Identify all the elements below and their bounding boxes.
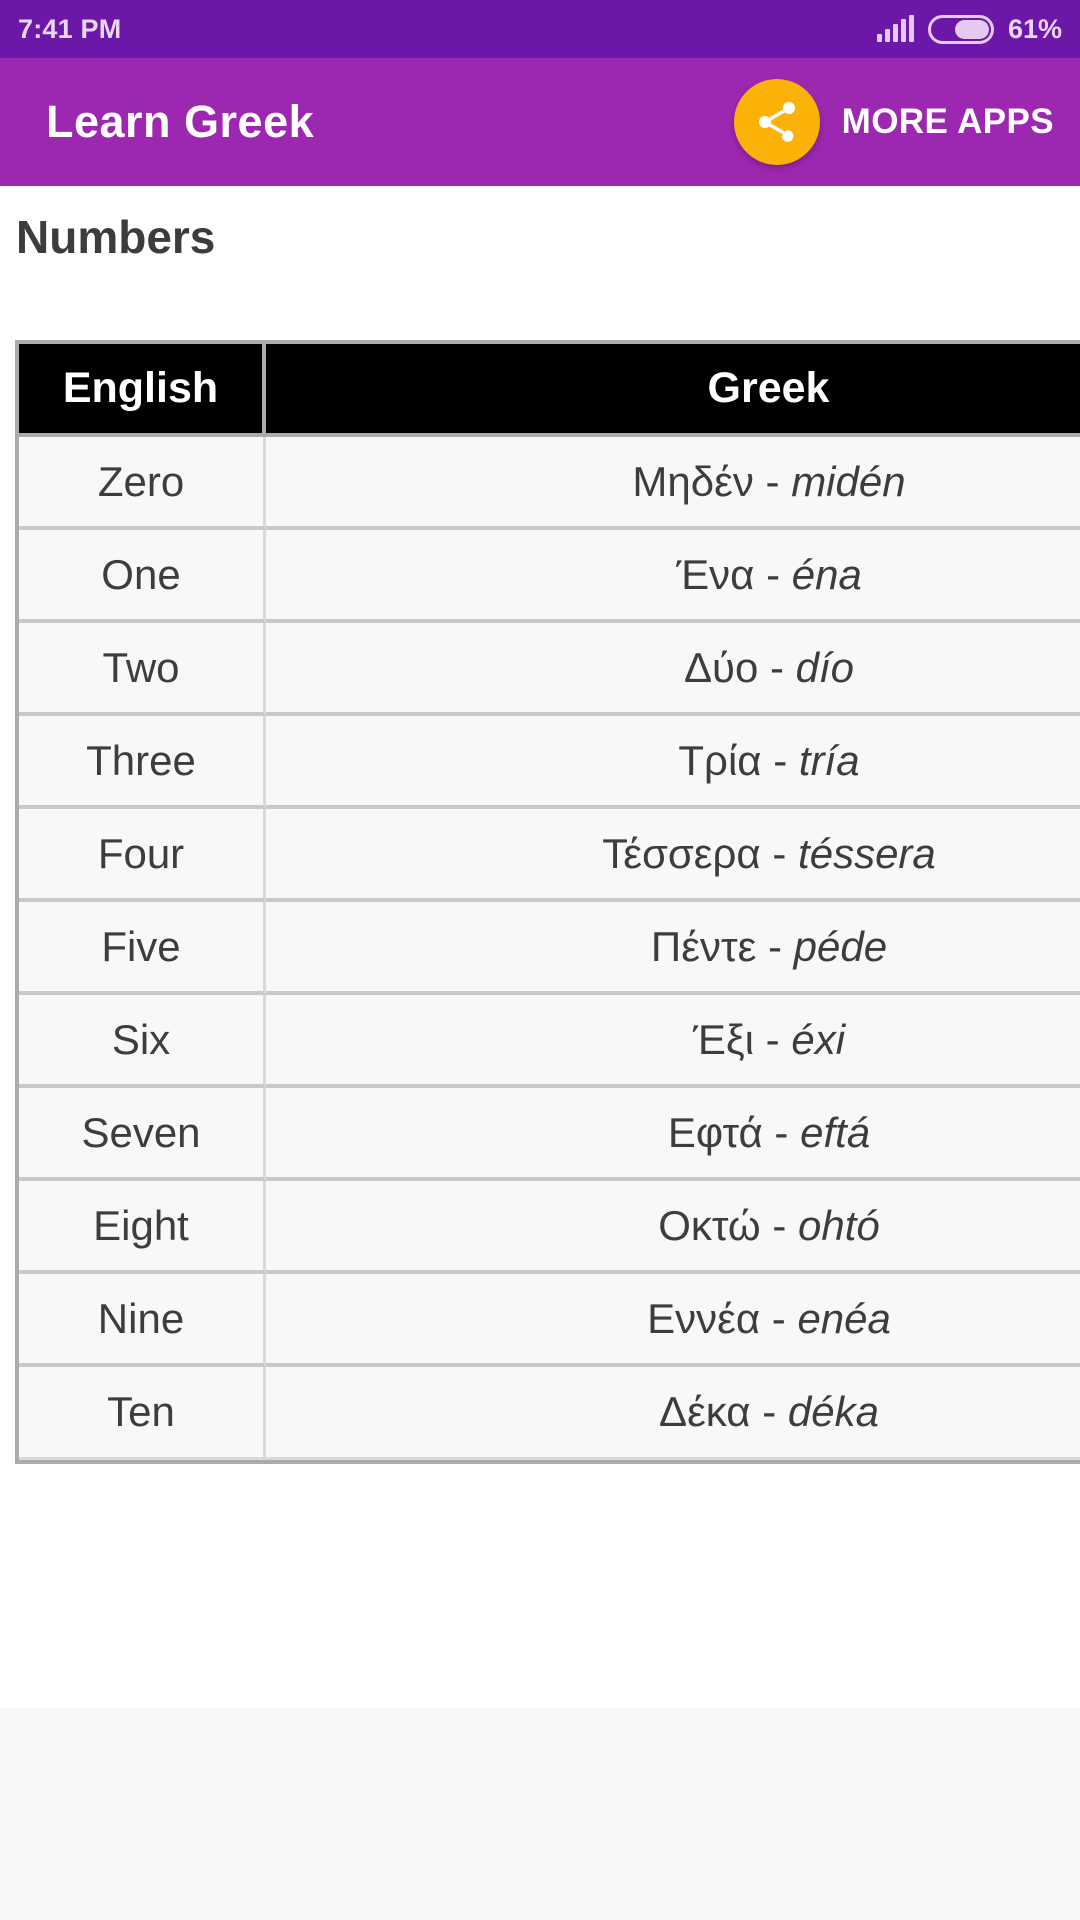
- page-bottom-gutter: [0, 1708, 1080, 1920]
- greek-word: Πέντε: [650, 922, 757, 970]
- share-button[interactable]: [733, 79, 820, 165]
- greek-transliteration: péde: [793, 922, 888, 970]
- greek-transliteration: enéa: [797, 1294, 891, 1342]
- column-header-english: English: [19, 344, 266, 437]
- table-row[interactable]: One Ένα - éna: [19, 530, 1080, 623]
- greek-word: Δύο: [683, 643, 759, 691]
- cell-english: Nine: [19, 1274, 266, 1367]
- table-row[interactable]: Nine Εννέα - enéa: [19, 1274, 1080, 1367]
- share-icon: [758, 102, 795, 142]
- battery-percent-label: 61%: [1007, 13, 1062, 44]
- greek-word: Δέκα: [659, 1388, 751, 1435]
- greek-word: Έξι: [692, 1015, 755, 1063]
- greek-separator: -: [760, 829, 799, 877]
- table-row[interactable]: Ten Δέκα - déka: [19, 1367, 1080, 1460]
- greek-word: Τρία: [678, 736, 762, 784]
- table-row[interactable]: Zero Μηδέν - midén: [19, 437, 1080, 530]
- table-row[interactable]: Eight Οκτώ - ohtó: [19, 1181, 1080, 1274]
- cell-greek: Δέκα - déka: [266, 1367, 1080, 1460]
- cell-english: Ten: [19, 1367, 266, 1460]
- cell-greek: Τρία - tría: [266, 716, 1080, 809]
- greek-transliteration: téssera: [798, 829, 936, 877]
- numbers-table: English Greek Zero Μηδέν - midén One Ένα - …: [19, 344, 1080, 1460]
- table-row[interactable]: Two Δύο - dío: [19, 623, 1080, 716]
- cell-greek: Εννέα - enéa: [266, 1274, 1080, 1367]
- greek-word: Μηδέν: [632, 457, 754, 505]
- cell-english: Three: [19, 716, 266, 809]
- greek-transliteration: midén: [791, 457, 906, 505]
- table-body: Zero Μηδέν - midén One Ένα - éna Two Δύο - dí…: [19, 437, 1080, 1460]
- page-content: Numbers English Greek Zero Μηδέν - midén O…: [0, 186, 1080, 1708]
- greek-separator: -: [750, 1388, 788, 1435]
- greek-transliteration: éna: [791, 550, 862, 598]
- table-header-row: English Greek: [19, 344, 1080, 437]
- cell-english: Eight: [19, 1181, 266, 1274]
- cell-greek: Μηδέν - midén: [266, 437, 1080, 530]
- greek-separator: -: [753, 457, 792, 505]
- greek-separator: -: [762, 1108, 801, 1156]
- more-apps-button[interactable]: MORE APPS: [842, 102, 1054, 142]
- greek-word: Οκτώ: [658, 1201, 761, 1249]
- status-bar-clock: 7:41 PM: [18, 13, 122, 44]
- greek-word: Τέσσερα: [602, 829, 761, 877]
- cell-english: Six: [19, 995, 266, 1088]
- cell-english: Five: [19, 902, 266, 995]
- greek-separator: -: [760, 1201, 799, 1249]
- cell-english: Four: [19, 809, 266, 902]
- table-row[interactable]: Six Έξι - éxi: [19, 995, 1080, 1088]
- battery-fill: [954, 19, 989, 39]
- battery-icon: [927, 14, 994, 44]
- greek-transliteration: dío: [795, 643, 855, 691]
- greek-transliteration: eftá: [800, 1108, 871, 1156]
- greek-transliteration: éxi: [791, 1015, 846, 1063]
- greek-separator: -: [754, 550, 792, 598]
- table-head: English Greek: [19, 344, 1080, 437]
- table-row[interactable]: Seven Εφτά - eftá: [19, 1088, 1080, 1181]
- status-bar-indicators: 61%: [876, 13, 1062, 45]
- app-title: Learn Greek: [46, 96, 315, 147]
- greek-separator: -: [761, 736, 799, 784]
- signal-bars-icon: [876, 15, 914, 42]
- greek-separator: -: [760, 1294, 798, 1342]
- app-root: 7:41 PM 61% Learn Greek MORE APPS Number…: [0, 0, 1080, 1920]
- greek-separator: -: [756, 922, 794, 970]
- app-bar-actions: MORE APPS: [733, 79, 1054, 165]
- app-bar: Learn Greek MORE APPS: [0, 58, 1080, 186]
- table-row[interactable]: Three Τρία - tría: [19, 716, 1080, 809]
- cell-english: Seven: [19, 1088, 266, 1181]
- table-row[interactable]: Four Τέσσερα - téssera: [19, 809, 1080, 902]
- greek-separator: -: [758, 643, 796, 691]
- cell-greek: Πέντε - péde: [266, 902, 1080, 995]
- status-bar: 7:41 PM 61%: [0, 0, 1080, 58]
- greek-transliteration: déka: [787, 1388, 879, 1435]
- cell-english: Two: [19, 623, 266, 716]
- table-row[interactable]: Five Πέντε - péde: [19, 902, 1080, 995]
- greek-word: Εννέα: [647, 1294, 761, 1342]
- cell-greek: Εφτά - eftá: [266, 1088, 1080, 1181]
- cell-english: One: [19, 530, 266, 623]
- page-title: Numbers: [16, 211, 216, 263]
- greek-word: Ένα: [676, 550, 755, 598]
- cell-greek: Ένα - éna: [266, 530, 1080, 623]
- numbers-table-wrapper[interactable]: English Greek Zero Μηδέν - midén One Ένα - …: [15, 340, 1080, 1464]
- greek-transliteration: ohtó: [798, 1201, 880, 1249]
- cell-english: Zero: [19, 437, 266, 530]
- cell-greek: Δύο - dío: [266, 623, 1080, 716]
- cell-greek: Οκτώ - ohtó: [266, 1181, 1080, 1274]
- cell-greek: Τέσσερα - téssera: [266, 809, 1080, 902]
- cell-greek: Έξι - éxi: [266, 995, 1080, 1088]
- greek-word: Εφτά: [667, 1108, 763, 1156]
- greek-transliteration: tría: [798, 736, 860, 784]
- greek-separator: -: [754, 1015, 792, 1063]
- column-header-greek: Greek: [266, 344, 1080, 437]
